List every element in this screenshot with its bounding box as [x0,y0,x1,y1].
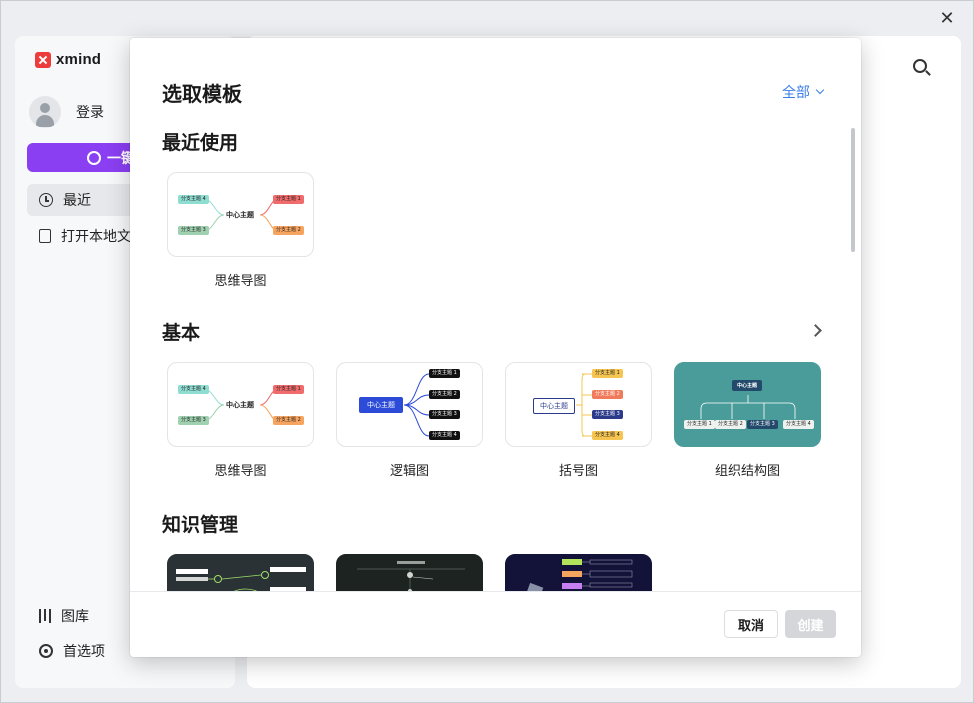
branch-node: 分支主题 2 [273,416,304,425]
template-label[interactable]: 组织结构图 [674,460,821,479]
template-card-org-chart[interactable]: 中心主题 分支主题 1 分支主题 2 分支主题 3 分支主题 4 组织结构图 [674,362,821,479]
template-scroll-area[interactable]: 最近使用 中心主题 分支主题 4 分支主题 3 分支主题 1 分支主题 2 思维… [130,118,861,591]
template-label[interactable]: 思维导图 [167,460,314,479]
branch-node: 分支主题 2 [273,226,304,235]
section-title: 最近使用 [162,133,239,154]
branch-node: 分支主题 1 [592,369,623,378]
sidebar-item-label: 图库 [61,608,89,624]
branch-node: 分支主题 3 [178,226,209,235]
login-label[interactable]: 登录 [76,102,104,122]
search-icon[interactable] [913,59,927,73]
template-thumbnail[interactable] [336,554,483,591]
center-topic: 中心主题 [226,401,254,409]
branch-node: 分支主题 4 [178,195,209,204]
template-card-mindmap-recent[interactable]: 中心主题 分支主题 4 分支主题 3 分支主题 1 分支主题 2 思维导图 [167,172,314,289]
filter-label: 全部 [782,84,810,100]
gear-icon [39,644,53,658]
section-knowledge: 知识管理 [162,510,822,591]
template-card-mindmap[interactable]: 中心主题 分支主题 4 分支主题 3 分支主题 1 分支主题 2 思维导图 [167,362,314,479]
template-dialog: 选取模板 全部 最近使用 中心主题 分支主题 4 分支主题 3 分支主题 1 分… [130,38,861,657]
branch-node: 分支主题 2 [715,420,746,429]
branch-node: 分支主题 3 [747,420,778,429]
cancel-button[interactable]: 取消 [724,610,778,638]
template-thumbnail[interactable]: 中心主题 分支主题 4 分支主题 3 分支主题 1 分支主题 2 [167,172,314,257]
center-topic: 中心主题 [533,398,575,414]
sidebar-item-label: 打开本地文 [61,228,131,244]
branch-node: 分支主题 4 [592,431,623,440]
branch-node: 分支主题 3 [178,416,209,425]
template-thumbnail[interactable]: 中心主题 分支主题 1 分支主题 2 分支主题 3 分支主题 4 [336,362,483,447]
dialog-footer: 取消 创建 [130,591,861,657]
clock-icon [39,193,53,207]
sidebar-item-label: 首选项 [63,643,105,659]
brand-logo: xmind [35,51,101,68]
template-thumbnail[interactable]: 中心主题 分支主题 1 分支主题 2 分支主题 3 分支主题 4 [674,362,821,447]
branch-node: 分支主题 3 [429,410,460,419]
branch-node: 分支主题 1 [684,420,715,429]
brand-name: xmind [56,51,102,68]
template-card-logic-chart[interactable]: 中心主题 分支主题 1 分支主题 2 分支主题 3 分支主题 4 逻辑图 [336,362,483,479]
branch-node: 分支主题 4 [178,385,209,394]
branch-node: 分支主题 4 [429,431,460,440]
branch-node: 分支主题 1 [273,385,304,394]
center-topic: 中心主题 [226,211,254,219]
template-card-brace-map[interactable]: 中心主题 分支主题 1 分支主题 2 分支主题 3 分支主题 4 括号图 [505,362,652,479]
template-thumbnail[interactable] [505,554,652,591]
xmind-logo-icon [35,51,51,68]
app-window: ✕ xmind 登录 一键 最近 打开本地文 图库 首选项 选取模板 全部 最近… [0,0,974,703]
center-topic: 中心主题 [732,380,763,391]
filter-dropdown[interactable]: 全部 [782,82,825,102]
template-thumbnail[interactable] [167,554,314,591]
window-close-icon[interactable]: ✕ [937,9,957,29]
template-label[interactable]: 括号图 [505,460,652,479]
branch-node: 分支主题 1 [429,369,460,378]
branch-node: 分支主题 2 [592,390,623,399]
library-icon [39,609,51,623]
create-button[interactable]: 创建 [785,610,836,638]
section-title: 基本 [162,323,201,344]
ai-sparkle-icon [87,150,101,165]
sidebar-item-label: 最近 [63,192,91,208]
dialog-title: 选取模板 [162,84,242,106]
bracket-lines [576,373,592,437]
login-row[interactable]: 登录 [29,96,104,128]
thumbnail-preview [176,567,306,591]
avatar-icon[interactable] [29,96,61,128]
section-title: 知识管理 [162,515,239,536]
template-thumbnail[interactable]: 中心主题 分支主题 1 分支主题 2 分支主题 3 分支主题 4 [505,362,652,447]
template-label[interactable]: 逻辑图 [336,460,483,479]
template-card-knowledge-1[interactable] [167,554,314,591]
thumbnail-preview [357,561,465,591]
section-recent: 最近使用 中心主题 分支主题 4 分支主题 3 分支主题 1 分支主题 2 思维… [162,128,822,288]
branch-node: 分支主题 3 [592,410,623,419]
branch-node: 分支主题 4 [783,420,814,429]
template-card-knowledge-2[interactable] [336,554,483,591]
org-lines [700,395,796,419]
center-topic: 中心主题 [359,397,403,413]
branch-node: 分支主题 1 [273,195,304,204]
thumbnail-preview [526,559,633,591]
section-basic: 基本 中心主题 分支主题 4 分支主题 3 分支主题 1 分支主题 2 思维导图… [162,318,822,478]
template-card-knowledge-3[interactable] [505,554,652,591]
open-file-icon [39,229,51,243]
template-label[interactable]: 思维导图 [167,270,314,289]
branch-node: 分支主题 2 [429,390,460,399]
chevron-down-icon [815,85,825,95]
template-thumbnail[interactable]: 中心主题 分支主题 4 分支主题 3 分支主题 1 分支主题 2 [167,362,314,447]
